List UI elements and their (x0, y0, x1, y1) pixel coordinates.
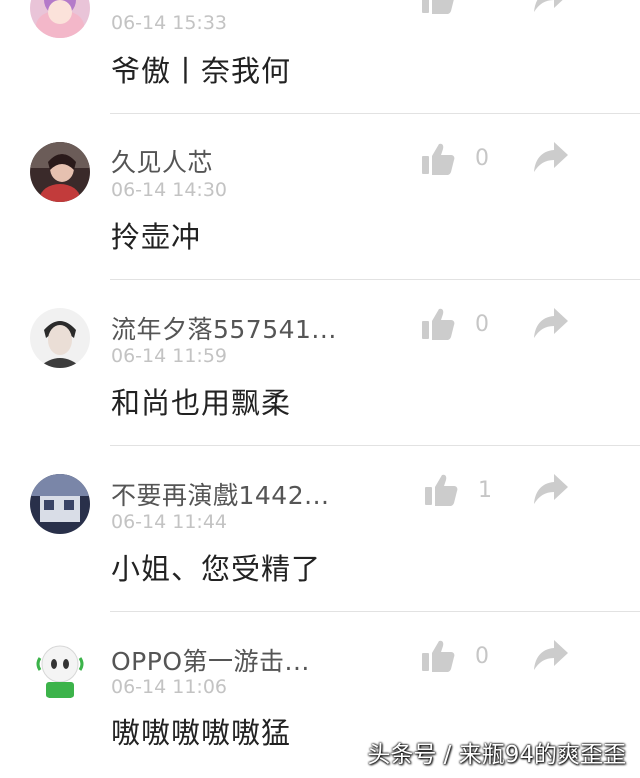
comment-username[interactable]: 久见人芯 (111, 143, 213, 179)
comment-text: 拎壶冲 (111, 220, 202, 254)
share-button[interactable] (533, 0, 569, 14)
like-button[interactable] (420, 0, 456, 16)
comment-text: 小姐、您受精了 (111, 552, 322, 586)
comment-username[interactable]: 流年夕落557541... (111, 310, 337, 346)
comment-text: 嗷嗷嗷嗷嗷猛 (111, 716, 292, 750)
share-button[interactable] (533, 472, 569, 506)
comment-time: 06-14 11:44 (111, 511, 228, 533)
comment-time: 06-14 15:33 (111, 12, 228, 34)
like-button[interactable] (420, 306, 456, 342)
like-button[interactable] (420, 141, 456, 177)
avatar[interactable] (30, 640, 90, 700)
like-count: 0 (475, 644, 489, 669)
comment-item: 不要再演戲1442... 1 06-14 11:44 小姐、您受精了 (0, 446, 640, 612)
like-count: 0 (475, 312, 489, 337)
comment-username[interactable]: 不要再演戲1442... (111, 476, 329, 512)
avatar[interactable] (30, 308, 90, 368)
comment-item: 久见人芯 0 06-14 14:30 拎壶冲 (0, 114, 640, 280)
comment-text: 爷傲丨奈我何 (111, 54, 292, 88)
share-button[interactable] (533, 306, 569, 340)
share-button[interactable] (533, 140, 569, 174)
avatar[interactable] (30, 142, 90, 202)
avatar[interactable] (30, 0, 90, 38)
comment-time: 06-14 11:59 (111, 345, 228, 367)
comment-text: 和尚也用飘柔 (111, 386, 292, 420)
comment-time: 06-14 11:06 (111, 676, 228, 698)
avatar[interactable] (30, 474, 90, 534)
watermark: 头条号 / 来瓶94的爽歪歪 (367, 742, 626, 768)
like-count: 1 (478, 478, 492, 503)
share-button[interactable] (533, 638, 569, 672)
comment-item: 流年夕落557541... 0 06-14 11:59 和尚也用飘柔 (0, 280, 640, 446)
like-button[interactable] (423, 472, 459, 508)
like-count: 0 (475, 146, 489, 171)
comment-time: 06-14 14:30 (111, 179, 228, 201)
comment-username[interactable]: OPPO第一游击... (111, 642, 310, 678)
like-button[interactable] (420, 638, 456, 674)
